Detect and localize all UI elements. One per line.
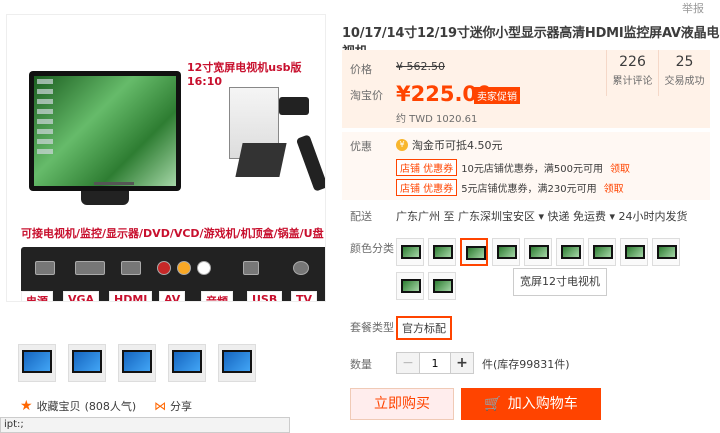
power-adapter-image: [279, 97, 309, 115]
collect-label: 收藏宝贝: [36, 400, 81, 413]
taobao-price-label: 淘宝价: [350, 89, 383, 102]
buy-now-button[interactable]: 立即购买: [350, 388, 454, 420]
thumbnail-4[interactable]: [168, 344, 206, 382]
image-subline: 可接电视机/监控/显示器/DVD/VCD/游戏机/机顶盒/锅盖/U盘: [21, 227, 324, 240]
star-icon: ★: [20, 398, 33, 414]
color-swatch[interactable]: [396, 238, 424, 266]
thumbnail-5[interactable]: [218, 344, 256, 382]
color-swatch[interactable]: [396, 272, 424, 300]
package-option[interactable]: 官方标配: [396, 316, 452, 340]
bracket-image: [235, 143, 287, 177]
sales-label: 交易成功: [664, 76, 705, 87]
port-label: TV: [291, 291, 318, 301]
collect-button[interactable]: ★ 收藏宝贝 (808人气): [20, 398, 136, 414]
thumbnail-3[interactable]: [118, 344, 156, 382]
port-label: 电源: [21, 291, 53, 301]
share-button[interactable]: ⋈ 分享: [154, 398, 192, 414]
coupon-get-link[interactable]: 领取: [610, 160, 630, 175]
coupon-row: 店铺 优惠券 5元店铺优惠券，满230元可用 领取: [396, 179, 624, 196]
image-headline: 12寸宽屏电视机usb版 16:10: [187, 61, 302, 88]
coin-text: 淘金币可抵4.50元: [412, 139, 503, 152]
color-swatch[interactable]: [620, 238, 648, 266]
cart-icon: 🛒: [484, 396, 502, 412]
monitor-image: [29, 71, 181, 205]
color-swatch[interactable]: [492, 238, 520, 266]
remote-image: [295, 134, 325, 192]
color-swatch[interactable]: [588, 238, 616, 266]
port-labels: 电源 VGA HDMI AV 音频 USB TV: [21, 291, 325, 301]
review-label: 累计评论: [612, 76, 653, 87]
add-to-cart-button[interactable]: 🛒 加入购物车: [461, 388, 601, 420]
promo-box: 优惠 ¥ 淘金币可抵4.50元 店铺 优惠券 10元店铺优惠券，满500元可用 …: [342, 132, 710, 200]
share-label: 分享: [170, 400, 192, 413]
color-swatch[interactable]: [556, 238, 584, 266]
stock-text: 件(库存99831件): [482, 358, 570, 371]
sales-count: 25: [675, 54, 694, 70]
coin-offer: ¥ 淘金币可抵4.50元: [396, 137, 503, 153]
shipping-text[interactable]: 广东广州 至 广东深圳宝安区 ▾ 快递 免运费 ▾ 24小时内发货: [396, 208, 688, 224]
promo-tag: 卖家促销: [474, 87, 520, 104]
quantity-stepper: − +: [396, 352, 474, 374]
review-stat[interactable]: 226 累计评论: [606, 50, 658, 96]
main-product-image[interactable]: 12寸宽屏电视机usb版 16:10 可接电视机/监控/显示器/DVD/VCD/…: [6, 14, 326, 302]
port-label: HDMI: [109, 291, 153, 301]
coupon-tag: 店铺 优惠券: [396, 179, 458, 196]
port-label: 音频: [201, 291, 233, 301]
coupon-text: 5元店铺优惠券，满230元可用: [461, 184, 597, 195]
add-to-cart-label: 加入购物车: [507, 396, 578, 412]
stats: 226 累计评论 25 交易成功: [606, 50, 710, 96]
color-option-label[interactable]: 宽屏12寸电视机: [513, 268, 607, 296]
coupon-text: 10元店铺优惠券，满500元可用: [461, 164, 603, 175]
coupon-get-link[interactable]: 领取: [604, 180, 624, 195]
orig-price: ¥ 562.50: [396, 60, 445, 73]
color-swatch[interactable]: [428, 272, 456, 300]
share-icon: ⋈: [154, 399, 166, 413]
minus-button[interactable]: −: [397, 353, 419, 373]
status-bar-url: ipt:;: [0, 417, 290, 433]
port-label: VGA: [63, 291, 100, 301]
collect-count: (808人气): [84, 400, 137, 413]
color-swatch[interactable]: [428, 238, 456, 266]
price-box: 价格 ¥ 562.50 淘宝价 ¥225.00 卖家促销 约 TWD 1020.…: [342, 50, 710, 128]
quantity-label: 数量: [350, 358, 372, 371]
color-label: 颜色分类: [350, 242, 394, 255]
plus-button[interactable]: +: [451, 353, 473, 373]
port-label: USB: [247, 291, 283, 301]
color-swatches: 宽屏12寸电视机: [396, 236, 706, 306]
promo-label: 优惠: [350, 140, 372, 153]
orig-price-label: 价格: [350, 63, 372, 76]
coin-icon: ¥: [396, 139, 408, 151]
sales-stat: 25 交易成功: [658, 50, 710, 96]
coupon-tag: 店铺 优惠券: [396, 159, 458, 176]
review-count: 226: [619, 54, 646, 70]
thumbnail-2[interactable]: [68, 344, 106, 382]
coupon-row: 店铺 优惠券 10元店铺优惠券，满500元可用 领取: [396, 159, 630, 176]
quantity-input[interactable]: [419, 353, 451, 373]
thumbnail-1[interactable]: [18, 344, 56, 382]
color-swatch[interactable]: [524, 238, 552, 266]
shipping-label: 配送: [350, 210, 372, 223]
twd-price: 约 TWD 1020.61: [396, 114, 478, 125]
color-swatch-selected[interactable]: [460, 238, 488, 266]
port-label: AV: [159, 291, 186, 301]
color-swatch[interactable]: [652, 238, 680, 266]
package-label: 套餐类型: [350, 321, 394, 334]
report-link[interactable]: 举报: [677, 0, 704, 16]
